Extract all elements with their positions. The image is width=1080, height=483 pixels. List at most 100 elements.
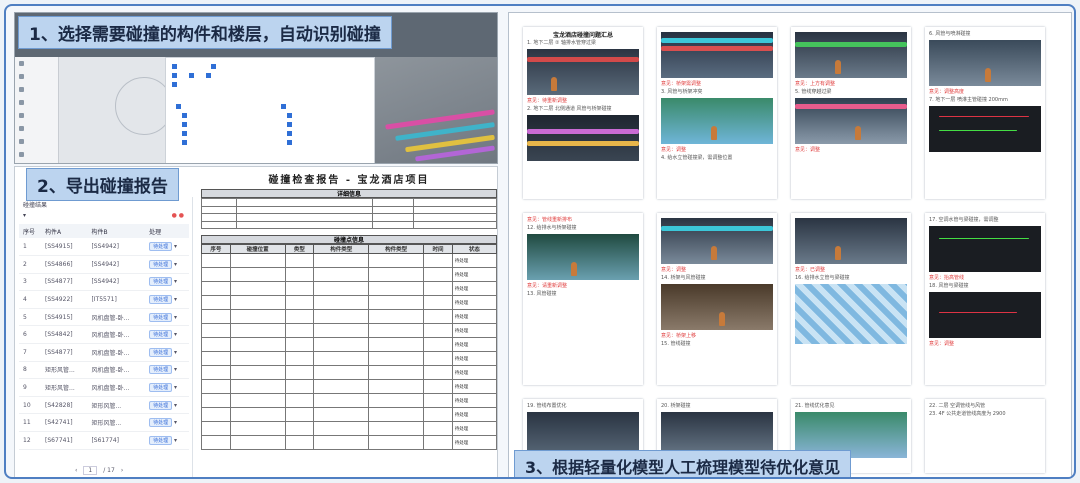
report-status: 待处理 [451,435,497,450]
table-row[interactable]: 9 矩形风管... 风机盘管-卧... 待处理 ▾ [19,378,189,397]
report-col-header: 构件类型 [313,244,370,254]
page-caption: 7. 地下一层 喷淋主管碰撞 200mm [929,97,1008,103]
page-caption: 14. 桥架与风管碰撞 [661,275,706,281]
page-note: 意见：抬高管线 [929,275,965,281]
row-component-b: 矩形风管... [87,413,146,433]
report-section-points: 碰撞点信息 [201,235,497,244]
status-badge[interactable]: 待处理 [149,242,173,252]
report-status: 待处理 [451,379,497,394]
report-row: 待处理 [201,407,497,422]
row-status: 待处理 ▾ [145,378,189,397]
checkbox[interactable] [172,64,177,69]
status-badge[interactable]: 待处理 [149,295,173,305]
report-row: 待处理 [201,253,497,268]
list-row [281,102,371,111]
status-badge[interactable]: 待处理 [149,435,173,445]
report-row: 待处理 [201,281,497,296]
checkbox[interactable] [172,82,177,87]
checkbox[interactable] [172,73,177,78]
checkbox[interactable] [211,64,216,69]
row-status: 待处理 ▾ [145,238,189,257]
checkbox[interactable] [287,113,292,118]
row-index: 1 [19,238,42,257]
page-total: / 17 [103,467,115,474]
row-status: 待处理 ▾ [145,413,189,433]
checkbox[interactable] [287,122,292,127]
table-row[interactable]: 2 [SS4866] [SS4942] 待处理 ▾ [19,255,189,274]
checkbox[interactable] [287,131,292,136]
checkbox[interactable] [182,140,187,145]
row-index: 6 [19,325,42,345]
table-row[interactable]: 11 [S42741] 矩形风管... 待处理 ▾ [19,413,189,433]
list-row [281,129,371,138]
row-index: 8 [19,361,42,380]
list-row [176,111,266,120]
sidebar-item[interactable] [15,57,58,70]
page-input[interactable]: 1 [83,466,98,475]
row-component-a: [SS4877] [41,273,88,292]
page-note: 意见：桥架需调整 [661,81,702,87]
optimization-pages: 宝龙酒店碰撞问题汇总 1. 地下二层 ② 轴排水管穿过梁 意见：待重新调整 2.… [508,12,1072,477]
row-component-b: [IT5571] [87,290,146,309]
model-snapshot [929,226,1041,272]
model-snapshot [929,40,1041,86]
checkbox[interactable] [281,104,286,109]
table-row[interactable]: 10 [S42828] 矩形风管... 待处理 ▾ [19,396,189,415]
report-title: 碰撞检查报告 - 宝龙酒店项目 [268,175,430,186]
app-sidebar [15,57,59,163]
checkbox[interactable] [182,122,187,127]
checkbox[interactable] [176,104,181,109]
table-row[interactable]: 6 [SS4842] 风机盘管-卧... 待处理 ▾ [19,325,189,345]
report-status: 待处理 [451,337,497,352]
page-caption: 16. 给排水立管与梁碰撞 [795,275,850,281]
report-col-header: 时间 [423,244,453,254]
status-badge[interactable]: 待处理 [149,365,173,375]
table-row[interactable]: 12 [S67741] [S61774] 待处理 ▾ [19,431,189,450]
table-row[interactable]: 1 [SS4915] [SS4942] 待处理 ▾ [19,238,189,257]
status-badge[interactable]: 待处理 [149,347,173,357]
checkbox[interactable] [182,113,187,118]
status-badge[interactable]: 待处理 [149,277,173,287]
page-caption: 22. 二层 空调管线与风管 [929,403,986,409]
status-badge[interactable]: 待处理 [149,330,173,340]
row-status: 待处理 ▾ [145,325,189,345]
checkbox[interactable] [182,131,187,136]
checkbox[interactable] [206,73,211,78]
row-component-b: 风机盘管-卧... [87,361,146,380]
menu-icon [19,113,24,118]
sidebar-item[interactable] [15,122,58,135]
next-page-button[interactable]: › [121,467,123,474]
sidebar-item[interactable] [15,96,58,109]
sidebar-item[interactable] [15,109,58,122]
status-badge[interactable]: 待处理 [149,418,173,428]
table-row[interactable]: 8 矩形风管... 风机盘管-卧... 待处理 ▾ [19,361,189,380]
checkbox[interactable] [287,140,292,145]
prev-page-button[interactable]: ‹ [75,467,77,474]
pipe-model-view[interactable] [375,57,497,163]
report-page-2: 意见：桥架需调整 3. 风管与桥架冲突 意见：调整 4. 给水立管碰撞梁，需调整… [657,27,777,199]
table-row[interactable]: 5 [SS4915] 风机盘管-卧... 待处理 ▾ [19,308,189,327]
table-row[interactable]: 4 [SS4922] [IT5571] 待处理 ▾ [19,290,189,309]
report-status: 待处理 [451,267,497,282]
dialog-row [172,71,368,80]
menu-icon [19,152,24,157]
report-row: 待处理 [201,267,497,282]
status-badge[interactable]: 待处理 [149,312,173,322]
report-status: 待处理 [451,407,497,422]
status-badge[interactable]: 待处理 [149,259,173,269]
sidebar-item[interactable] [15,70,58,83]
report-points-table: 序号 碰撞位置 类型 构件类型 构件类型 时间 状态 待处理 待处理 待处理 待处理 待处理 待处理待… [201,244,497,450]
sidebar-item[interactable] [15,148,58,161]
sidebar-item[interactable] [15,135,58,148]
table-row[interactable]: 7 [SS4877] 风机盘管-卧... 待处理 ▾ [19,343,189,362]
row-index: 2 [19,255,42,274]
row-index: 9 [19,378,42,397]
status-badge[interactable]: 待处理 [149,400,173,410]
checkbox[interactable] [189,73,194,78]
page-note: 意见：调整 [929,341,955,347]
report-col-header: 构件类型 [368,244,425,254]
table-row[interactable]: 3 [SS4877] [SS4942] 待处理 ▾ [19,273,189,292]
status-badge[interactable]: 待处理 [149,383,173,393]
sidebar-item[interactable] [15,83,58,96]
clash-result-list: 碰撞结果 ▾ ● ● 序号 构件A 构件B 处理 1 [SS4915] [SS4942… [15,197,193,477]
